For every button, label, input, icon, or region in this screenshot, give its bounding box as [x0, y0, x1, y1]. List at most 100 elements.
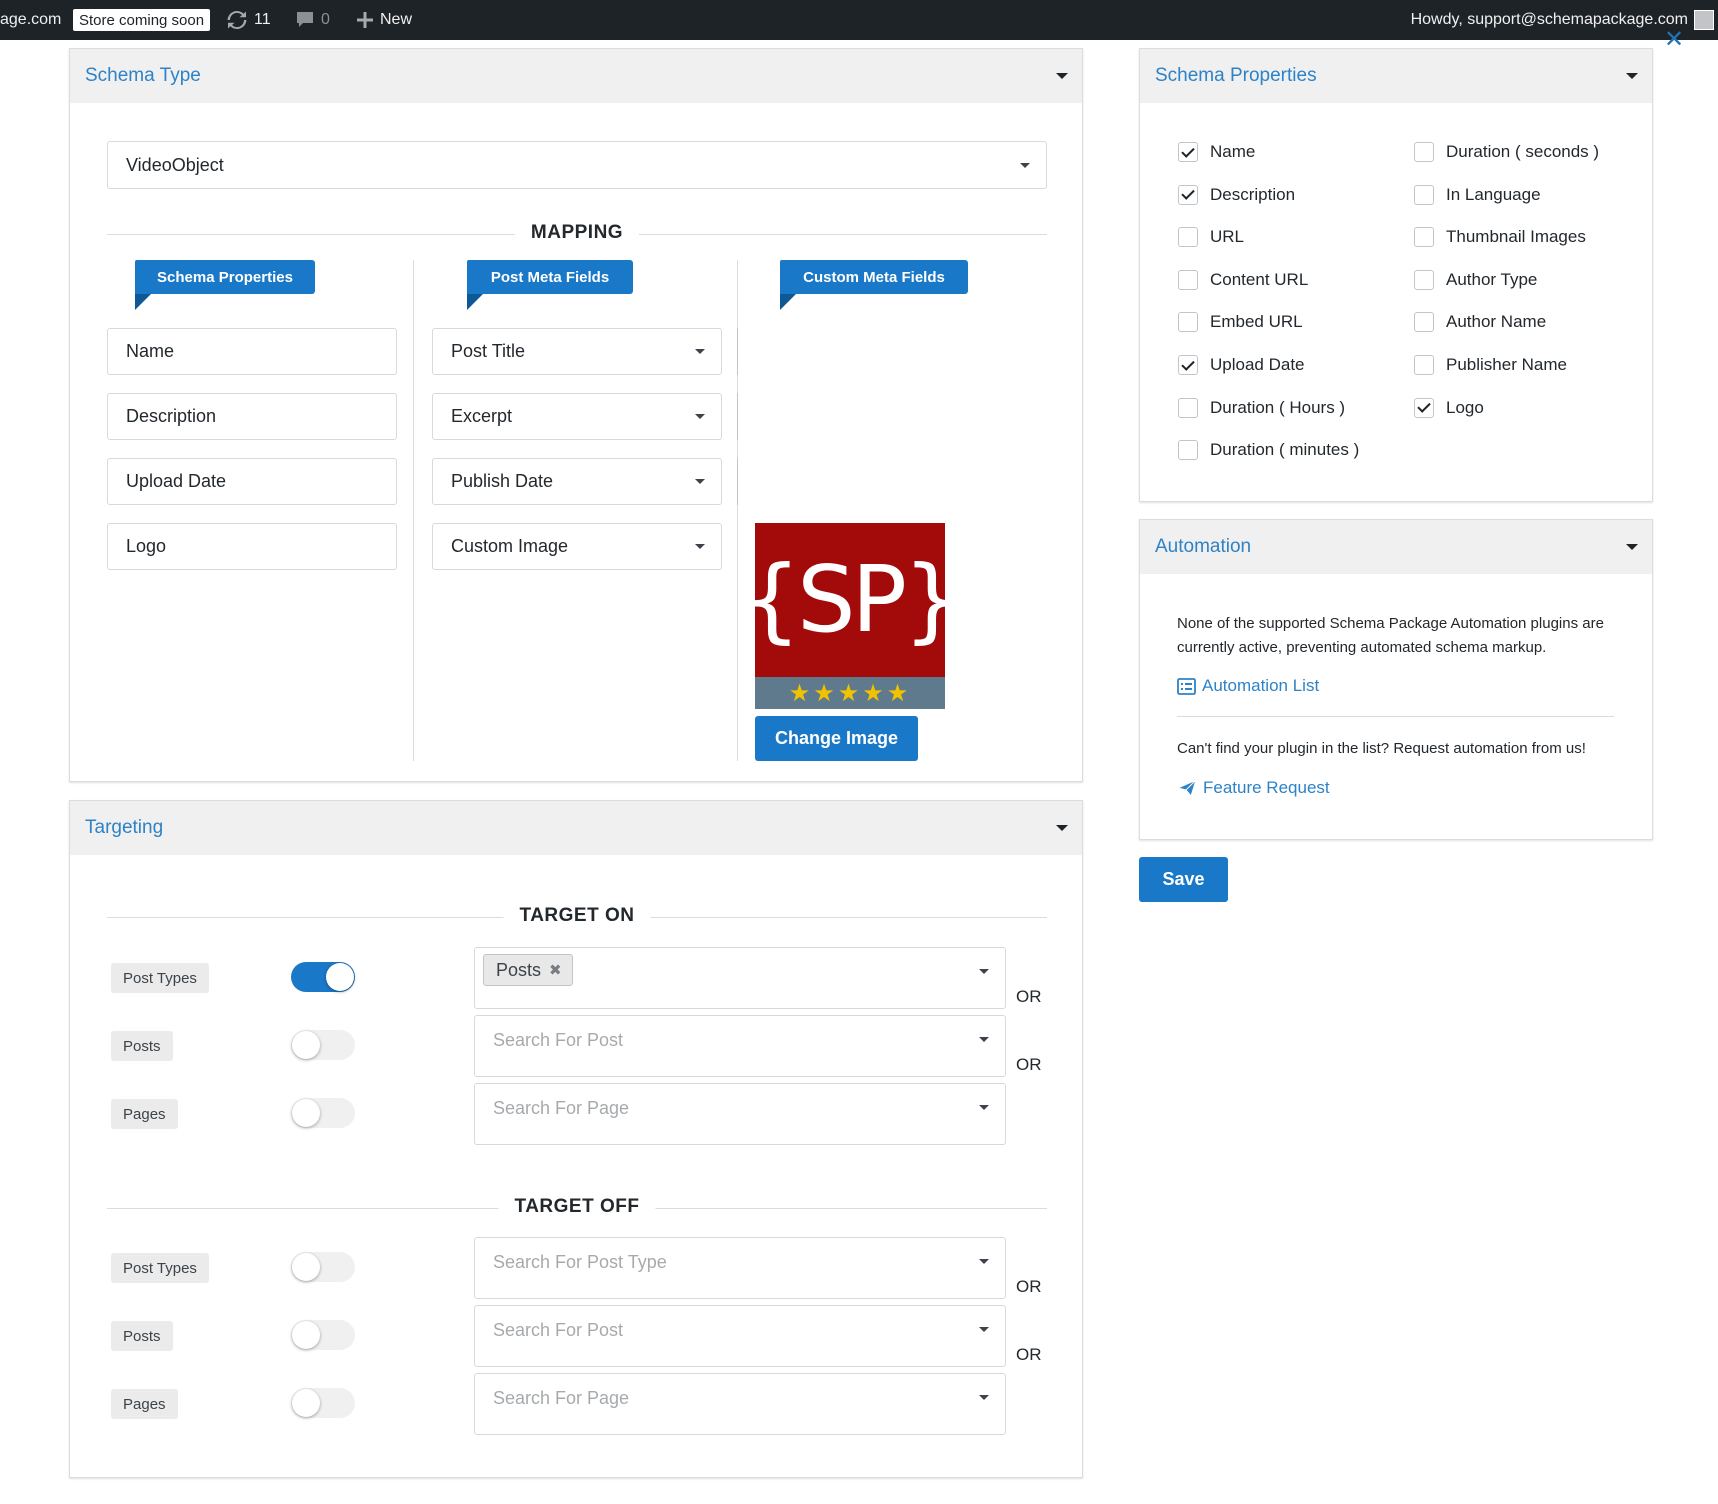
target-on-post-types-toggle[interactable]	[291, 962, 355, 992]
unchecked-checkbox[interactable]	[1414, 184, 1434, 205]
property-checkbox-row[interactable]: URL	[1178, 227, 1244, 248]
collapse-caret-icon[interactable]	[1626, 73, 1638, 79]
automation-request-text: Can't find your plugin in the list? Requ…	[1177, 740, 1586, 757]
post-meta-select-logo[interactable]: Custom Image	[432, 523, 722, 570]
remove-chip-icon[interactable]: ✖	[549, 961, 562, 979]
property-checkbox-label: Duration ( Hours )	[1210, 397, 1346, 417]
target-off-pages-toggle[interactable]	[291, 1388, 355, 1418]
property-checkbox-row[interactable]: In Language	[1414, 184, 1541, 205]
property-checkbox-row[interactable]: Publisher Name	[1414, 355, 1567, 375]
property-checkbox-row[interactable]: Thumbnail Images	[1414, 227, 1586, 248]
unchecked-checkbox[interactable]	[1414, 312, 1434, 333]
comments-link[interactable]: 0	[295, 0, 330, 40]
target-on-pages-label: Pages	[111, 1099, 178, 1129]
checked-checkbox[interactable]	[1178, 142, 1198, 162]
target-on-posts-toggle[interactable]	[291, 1030, 355, 1060]
new-content-link[interactable]: New	[356, 0, 412, 40]
post-meta-select-description[interactable]: Excerpt	[432, 393, 722, 440]
logo-red-block: {SP}	[743, 523, 961, 677]
property-checkbox-row[interactable]: Duration ( minutes )	[1178, 440, 1360, 461]
target-on-pages-select[interactable]: Search For Page	[474, 1083, 1006, 1145]
schema-type-select[interactable]: VideoObject	[107, 141, 1047, 189]
property-checkbox-row[interactable]: Embed URL	[1178, 312, 1303, 333]
unchecked-checkbox[interactable]	[1178, 397, 1198, 418]
mapping-heading: MAPPING	[514, 222, 640, 244]
property-checkbox-row[interactable]: Author Type	[1414, 269, 1537, 290]
target-off-heading: TARGET OFF	[498, 1196, 656, 1218]
target-off-post-types-select[interactable]: Search For Post Type	[474, 1237, 1006, 1299]
property-checkbox-row[interactable]: Duration ( seconds )	[1414, 142, 1599, 162]
property-checkbox-row[interactable]: Content URL	[1178, 269, 1308, 290]
or-label: OR	[1016, 1055, 1042, 1074]
site-name-link[interactable]: age.com	[0, 0, 61, 40]
property-upload-date-field[interactable]: Upload Date	[107, 458, 397, 505]
column-header-custom-meta-fields: Custom Meta Fields	[780, 260, 968, 294]
target-off-pages-label: Pages	[111, 1389, 178, 1419]
store-coming-soon-badge[interactable]: Store coming soon	[73, 9, 211, 31]
property-description-field[interactable]: Description	[107, 393, 397, 440]
unchecked-checkbox[interactable]	[1414, 355, 1434, 375]
schema-properties-header[interactable]: Schema Properties	[1140, 49, 1652, 103]
plus-icon	[356, 11, 374, 29]
or-label: OR	[1016, 1277, 1042, 1296]
property-name-field[interactable]: Name	[107, 328, 397, 375]
automation-header[interactable]: Automation	[1140, 520, 1652, 574]
property-checkbox-row[interactable]: Author Name	[1414, 312, 1546, 333]
property-checkbox-label: Embed URL	[1210, 312, 1303, 332]
chip-label: Posts	[496, 959, 542, 980]
target-off-posts-toggle[interactable]	[291, 1320, 355, 1350]
property-checkbox-row[interactable]: Duration ( Hours )	[1178, 397, 1346, 418]
collapse-caret-icon[interactable]	[1626, 544, 1638, 550]
property-checkbox-row[interactable]: Name	[1178, 142, 1255, 162]
target-off-pages-select[interactable]: Search For Page	[474, 1373, 1006, 1435]
property-checkbox-label: In Language	[1446, 184, 1541, 204]
property-checkbox-label: Name	[1210, 142, 1256, 161]
chevron-down-icon	[695, 479, 705, 484]
save-button[interactable]: Save	[1139, 857, 1228, 902]
checked-checkbox[interactable]	[1414, 397, 1434, 418]
property-checkbox-row[interactable]: Logo	[1414, 397, 1484, 418]
property-checkbox-row[interactable]: Description	[1178, 184, 1296, 205]
target-on-pages-toggle[interactable]	[291, 1098, 355, 1128]
search-page-placeholder: Search For Page	[493, 1388, 630, 1408]
target-off-posts-label: Posts	[111, 1321, 173, 1351]
automation-list-link[interactable]: Automation List	[1177, 676, 1319, 696]
unchecked-checkbox[interactable]	[1414, 269, 1434, 290]
unchecked-checkbox[interactable]	[1178, 312, 1198, 333]
target-off-post-types-toggle[interactable]	[291, 1252, 355, 1282]
post-meta-select-upload-date[interactable]: Publish Date	[432, 458, 722, 505]
target-on-post-types-label: Post Types	[111, 963, 209, 993]
target-off-posts-select[interactable]: Search For Post	[474, 1305, 1006, 1367]
unchecked-checkbox[interactable]	[1178, 227, 1198, 248]
post-meta-select-name[interactable]: Post Title	[432, 328, 722, 375]
change-image-button[interactable]: Change Image	[755, 716, 918, 761]
post-meta-value: Publish Date	[451, 471, 554, 491]
column-header-post-meta-fields: Post Meta Fields	[467, 260, 633, 294]
user-greeting[interactable]: Howdy, support@schemapackage.com	[1411, 0, 1688, 40]
chevron-down-icon	[1020, 162, 1030, 168]
checked-checkbox[interactable]	[1178, 184, 1198, 205]
checked-checkbox[interactable]	[1178, 355, 1198, 375]
new-label: New	[380, 11, 413, 28]
target-off-post-types-label: Post Types	[111, 1253, 209, 1283]
close-icon[interactable]: ✕	[1664, 28, 1684, 52]
post-meta-value: Excerpt	[451, 406, 513, 426]
collapse-caret-icon[interactable]	[1056, 73, 1068, 79]
chevron-down-icon	[979, 1327, 989, 1332]
targeting-header[interactable]: Targeting	[70, 801, 1082, 855]
property-checkbox-label: Description	[1210, 184, 1296, 204]
unchecked-checkbox[interactable]	[1178, 269, 1198, 290]
updates-link[interactable]: 11	[226, 0, 271, 40]
property-logo-field[interactable]: Logo	[107, 523, 397, 570]
unchecked-checkbox[interactable]	[1178, 440, 1198, 461]
property-checkbox-label: Duration ( minutes )	[1210, 440, 1360, 460]
schema-type-header[interactable]: Schema Type	[70, 49, 1082, 103]
target-on-post-types-select[interactable]: Posts ✖	[474, 947, 1006, 1009]
property-checkbox-row[interactable]: Upload Date	[1178, 355, 1305, 375]
unchecked-checkbox[interactable]	[1414, 142, 1434, 162]
unchecked-checkbox[interactable]	[1414, 227, 1434, 248]
target-on-posts-select[interactable]: Search For Post	[474, 1015, 1006, 1077]
avatar[interactable]	[1694, 10, 1714, 30]
collapse-caret-icon[interactable]	[1056, 825, 1068, 831]
feature-request-link[interactable]: Feature Request	[1177, 778, 1330, 798]
